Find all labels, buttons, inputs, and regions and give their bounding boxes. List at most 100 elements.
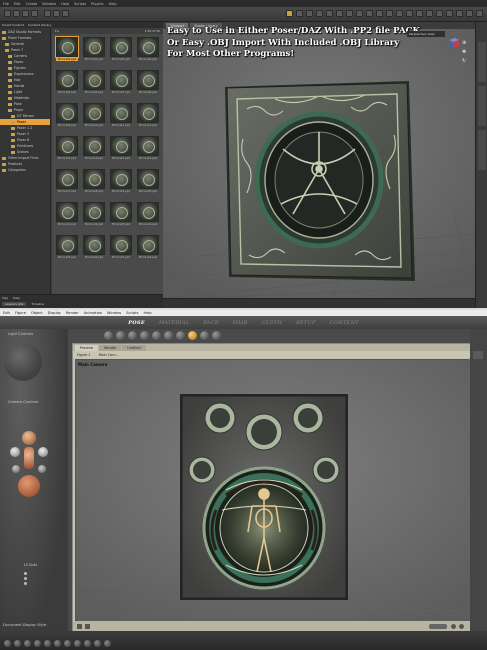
pane-icon[interactable] [476,10,483,17]
move-xz-icon[interactable] [12,465,20,473]
menu-item[interactable]: Plugins [91,2,104,6]
content-thumbnail[interactable]: Mirrors26.pp2 [83,235,105,263]
content-thumbnail[interactable]: Mirrors22.pp2 [83,202,105,230]
tab-setup[interactable]: SETUP [289,320,323,326]
content-thumbnail[interactable]: Mirrors20.pp2 [137,169,159,197]
document-style-icon[interactable] [94,640,101,647]
pin-icon[interactable] [436,10,443,17]
display-style-icon[interactable] [104,331,113,340]
content-thumbnail[interactable]: Mirrors27.pp2 [110,235,132,263]
menu-item[interactable]: Edit [14,2,21,6]
document-style-icon[interactable] [64,640,71,647]
light-tool-icon[interactable] [356,10,363,17]
content-thumbnail[interactable]: Mirrors03.pp2 [110,37,132,65]
left-hand-camera-icon[interactable] [10,447,20,457]
display-style-icon[interactable] [164,331,173,340]
document-style-icon[interactable] [44,640,51,647]
ui-dot[interactable] [24,582,27,585]
menu-item[interactable]: Help [61,2,69,6]
display-style-icon[interactable] [200,331,209,340]
pan-icon[interactable]: ✥ [462,49,470,55]
navigation-cube-icon[interactable] [447,36,461,50]
document-style-icon[interactable] [4,640,11,647]
ik-icon[interactable] [446,10,453,17]
color-icon[interactable] [451,624,456,629]
side-tab[interactable] [478,86,486,126]
spot-render-icon[interactable] [396,10,403,17]
view-icon[interactable] [456,10,463,17]
redo-icon[interactable] [53,10,60,17]
content-thumbnail[interactable]: Mirrors17.pp2 [56,169,78,197]
camera-select[interactable]: Main Cam... [99,353,119,357]
pane-split-icon[interactable] [85,624,90,629]
document-style-icon[interactable] [74,640,81,647]
view-select[interactable]: Perspective View [407,31,445,37]
content-thumbnail[interactable]: Mirrors15.pp2 [110,136,132,164]
weight-map-icon[interactable] [406,10,413,17]
poser-viewport[interactable]: Main Camera [75,359,470,622]
display-style-icon[interactable] [116,331,125,340]
figure-select[interactable]: Figure 1 [77,353,91,357]
menu-item[interactable]: Window [107,311,121,315]
pane-split-icon[interactable] [77,624,82,629]
content-thumbnail[interactable]: Mirrors21.pp2 [56,202,78,230]
content-thumbnail[interactable]: Mirrors09.pp2 [56,103,78,131]
scale-tool-icon[interactable] [316,10,323,17]
content-thumbnail[interactable]: Mirrors02.pp2 [83,37,105,65]
panel-toggle-icon[interactable] [473,351,483,359]
tab-timeline[interactable]: Timeline [28,302,47,306]
save-icon[interactable] [22,10,29,17]
content-thumbnail[interactable]: Mirrors23.pp2 [110,202,132,230]
daz-viewport[interactable]: Viewport Shader Library Easy to Use in E… [163,22,475,298]
tab-hair[interactable]: HAIR [226,320,255,326]
document-style-icon[interactable] [24,640,31,647]
new-scene-icon[interactable] [4,10,11,17]
display-style-icon[interactable] [140,331,149,340]
side-tab[interactable] [478,130,486,170]
content-thumbnail[interactable]: Mirrors25.pp2 [56,235,78,263]
menu-item[interactable]: Animation [84,311,102,315]
tab-content-library[interactable]: Content Library [28,23,51,27]
zoom-icon[interactable]: ⊕ [462,40,470,46]
layout-icon[interactable] [466,10,473,17]
content-thumbnail[interactable]: Mirrors14.pp2 [83,136,105,164]
tab-smart-content[interactable]: Smart Content [2,23,24,27]
content-thumbnail[interactable]: Mirrors16.pp2 [137,136,159,164]
menu-item[interactable]: Scripts [126,311,138,315]
menu-item[interactable]: Help [144,311,152,315]
rotate-tool-icon[interactable] [306,10,313,17]
render-icon[interactable] [62,10,69,17]
orbit-icon[interactable]: ↻ [462,58,470,64]
content-thumbnail[interactable]: Mirrors04.pp2 [137,37,159,65]
universal-tool-icon[interactable] [286,10,293,17]
menu-item[interactable]: File [3,2,9,6]
tab-tips[interactable]: Tips [2,296,8,300]
document-style-icon[interactable] [14,640,21,647]
joint-tool-icon[interactable] [336,10,343,17]
tab-content[interactable]: CONTENT [323,320,366,326]
tab-material[interactable]: MATERIAL [152,320,197,326]
content-thumbnail[interactable]: Mirrors18.pp2 [83,169,105,197]
active-tool-icon[interactable] [188,331,197,340]
grid-nav[interactable]: ▾ ▸ [55,29,59,33]
side-tab[interactable] [478,42,486,82]
undo-icon[interactable] [44,10,51,17]
move-xy-icon[interactable] [38,465,46,473]
content-thumbnail[interactable]: Mirrors19.pp2 [110,169,132,197]
region-tool-icon[interactable] [386,10,393,17]
face-camera-icon[interactable] [22,431,36,445]
menu-item[interactable]: Edit [3,311,10,315]
camera-tool-icon[interactable] [346,10,353,17]
menu-item[interactable]: Window [42,2,56,6]
bone-icon[interactable] [426,10,433,17]
ui-dot[interactable] [24,577,27,580]
translate-tool-icon[interactable] [296,10,303,17]
toggle-icon[interactable] [429,624,447,629]
figure-camera-icon[interactable] [24,447,34,469]
content-thumbnail[interactable]: Mirrors11.pp2 [110,103,132,131]
trackball-icon[interactable] [18,475,40,497]
tab-face[interactable]: FACE [196,320,225,326]
tree-item[interactable]: Categories [0,167,50,173]
display-style-icon[interactable] [128,331,137,340]
content-thumbnail[interactable]: Mirrors24.pp2 [137,202,159,230]
